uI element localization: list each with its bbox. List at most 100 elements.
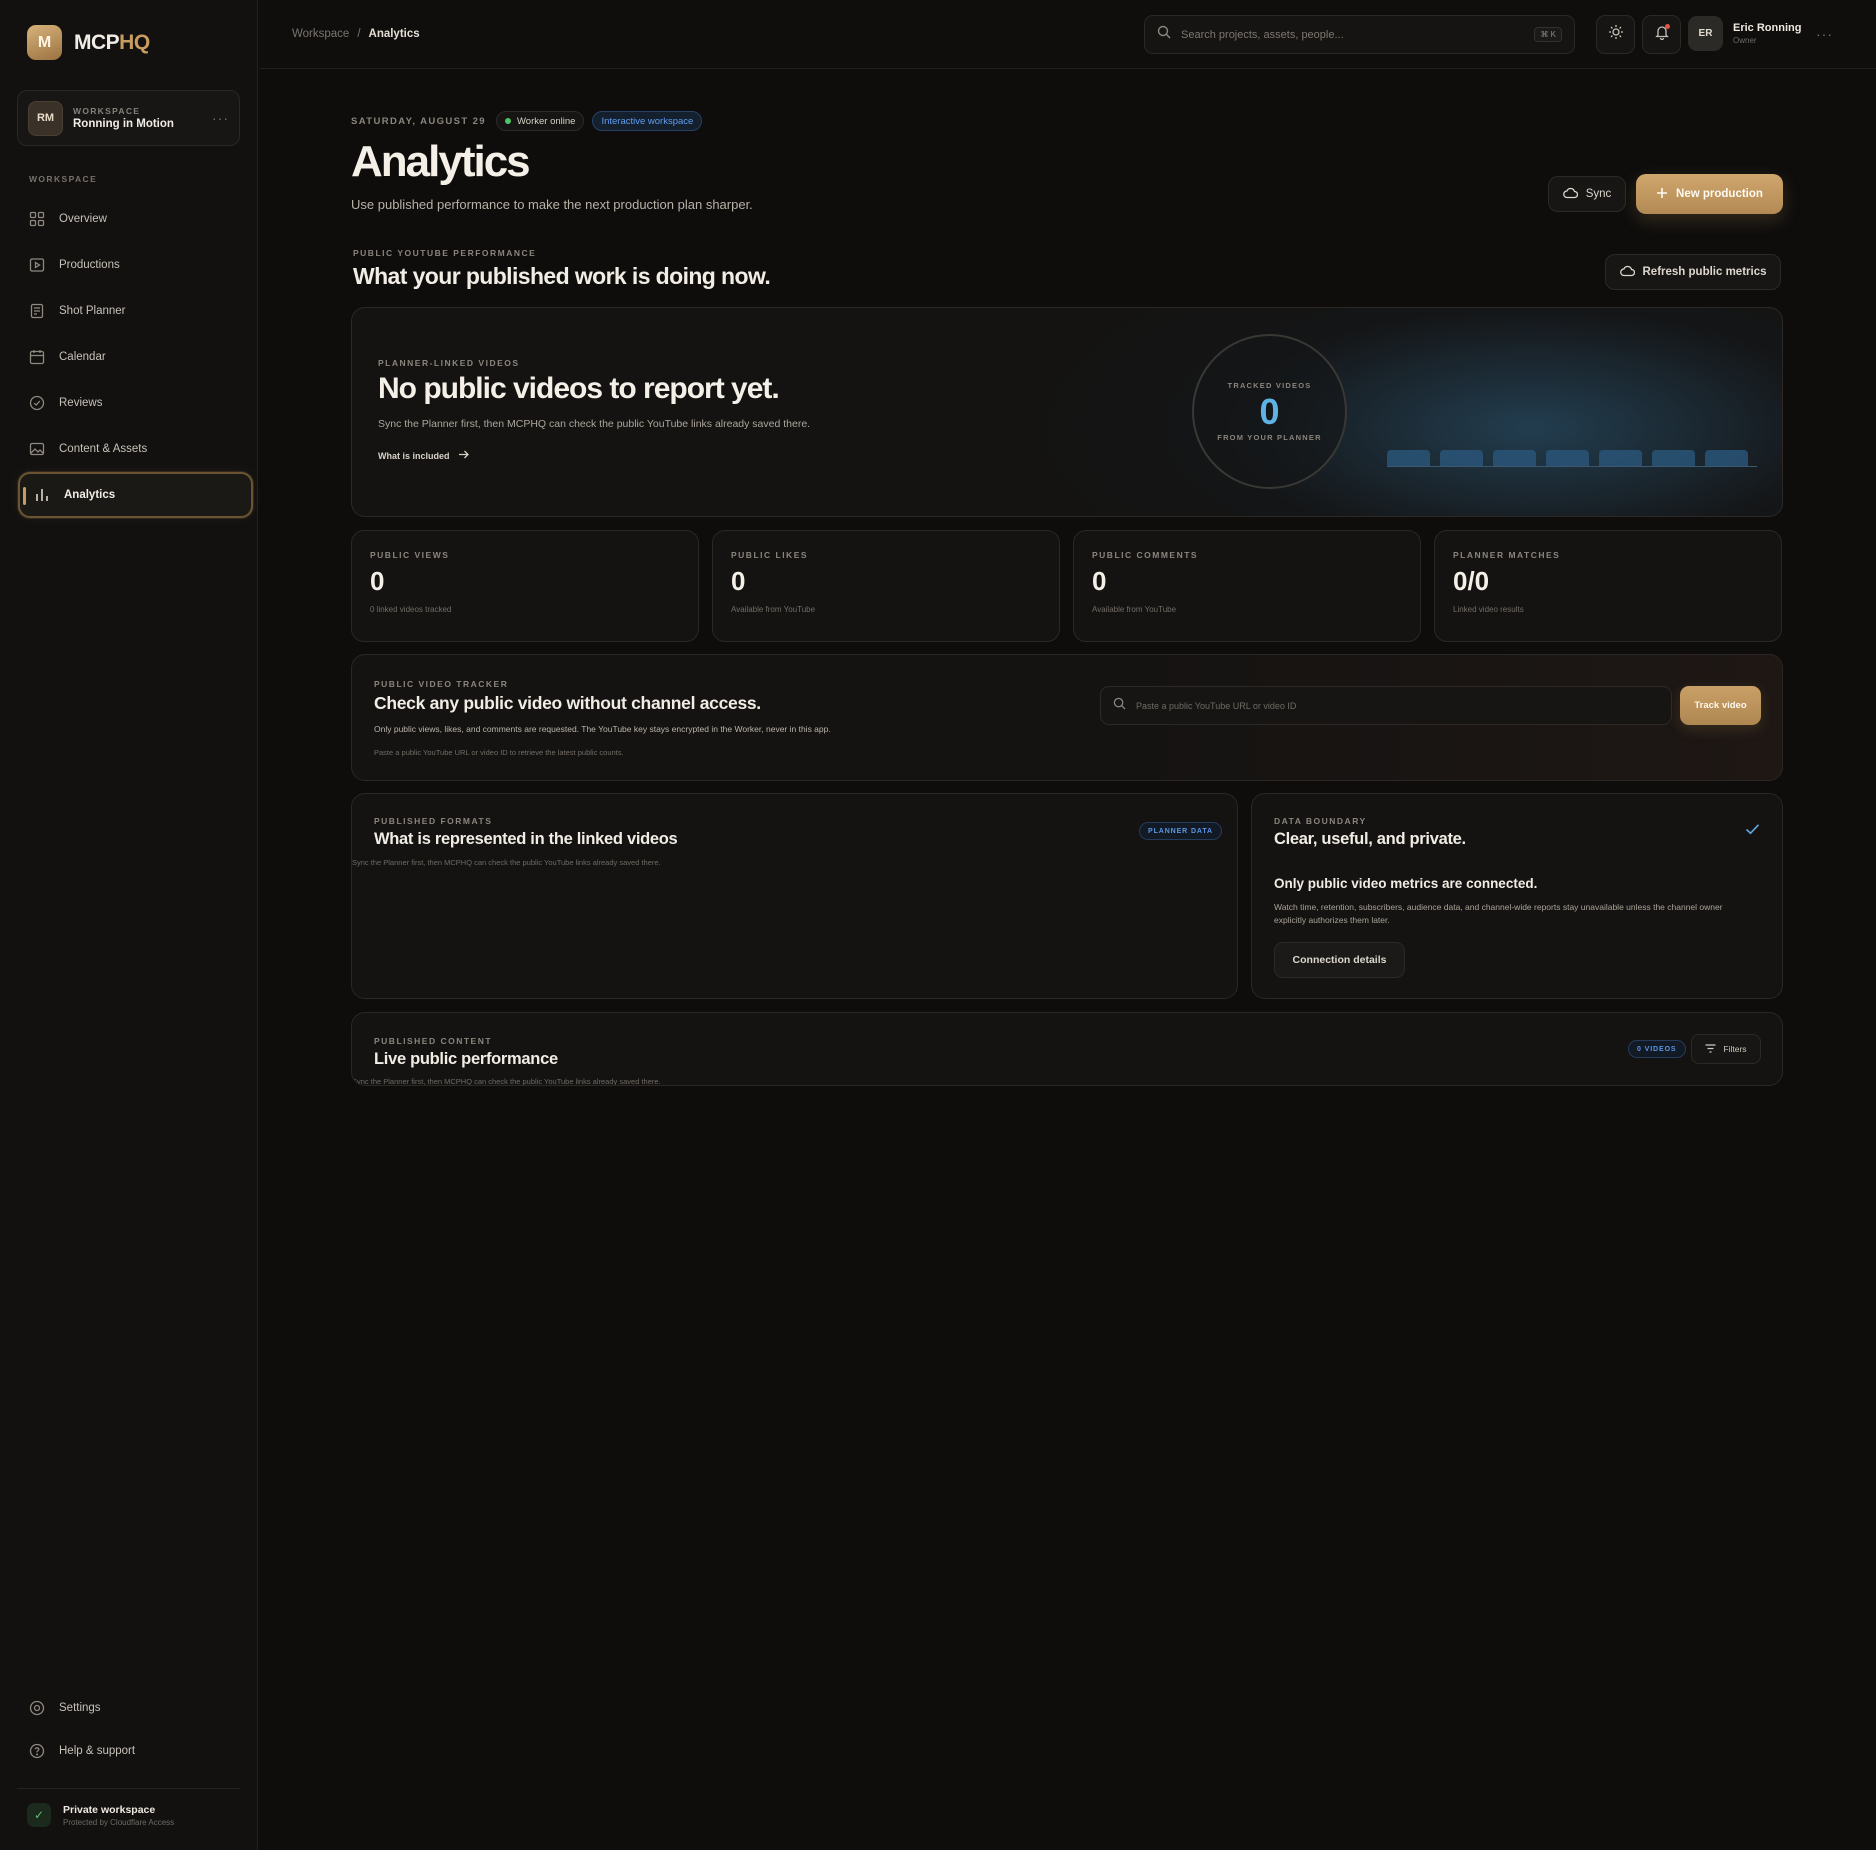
video-count-badge: 0 VIDEOS	[1628, 1040, 1686, 1058]
bars-baseline	[1387, 466, 1757, 467]
sidebar-item-productions[interactable]: Productions	[18, 242, 253, 288]
workspace-more-icon[interactable]: ···	[212, 110, 229, 126]
workspace-eyebrow: WORKSPACE	[73, 106, 141, 116]
breadcrumb-workspace[interactable]: Workspace	[292, 28, 349, 40]
breadcrumb-current: Analytics	[368, 28, 420, 40]
data-boundary-card: DATA BOUNDARY Clear, useful, and private…	[1251, 793, 1783, 999]
stat-public-likes: PUBLIC LIKES 0 Available from YouTube	[712, 530, 1060, 642]
placeholder-bar	[1705, 450, 1748, 466]
sidebar-item-label: Productions	[59, 259, 120, 271]
plus-icon	[1656, 187, 1668, 202]
stat-label: PUBLIC COMMENTS	[1092, 550, 1199, 560]
card-title: Live public performance	[374, 1050, 558, 1068]
user-menu[interactable]: ER Eric Ronning Owner	[1688, 16, 1801, 51]
private-workspace-footer: ✓ Private workspace Protected by Cloudfl…	[17, 1788, 240, 1827]
theme-toggle-button[interactable]	[1596, 15, 1635, 54]
sidebar-item-label: Analytics	[64, 489, 116, 501]
stat-note: 0 linked videos tracked	[370, 605, 452, 614]
check-icon	[1745, 822, 1760, 840]
stat-value: 0	[1092, 566, 1107, 596]
card-eyebrow: DATA BOUNDARY	[1274, 816, 1367, 826]
sidebar-nav: Overview Productions Shot Planner Calend…	[18, 196, 253, 518]
sidebar-item-overview[interactable]: Overview	[18, 196, 253, 242]
placeholder-bar	[1440, 450, 1483, 466]
user-name: Eric Ronning	[1733, 22, 1802, 34]
notifications-button[interactable]	[1642, 15, 1681, 54]
footer-subtitle: Protected by Cloudflare Access	[63, 1817, 175, 1827]
sidebar: M MCPHQ RM WORKSPACE Ronning in Motion ·…	[0, 0, 258, 1850]
boundary-heading: Only public video metrics are connected.	[1274, 876, 1538, 891]
card-eyebrow: PUBLISHED FORMATS	[374, 816, 493, 826]
section-eyebrow: PUBLIC YOUTUBE PERFORMANCE	[353, 248, 537, 258]
planner-data-badge: PLANNER DATA	[1139, 822, 1222, 840]
footer-title: Private workspace	[63, 1803, 156, 1816]
boundary-body: Watch time, retention, subscribers, audi…	[1274, 902, 1723, 926]
stat-note: Linked video results	[1453, 605, 1524, 614]
what-is-included-link[interactable]: What is included	[378, 450, 469, 461]
card-eyebrow: PUBLISHED CONTENT	[374, 1036, 493, 1046]
stat-value: 0	[731, 566, 746, 596]
placeholder-bar	[1546, 450, 1589, 466]
global-search[interactable]: Search projects, assets, people... ⌘ K	[1144, 15, 1575, 54]
stat-value: 0/0	[1453, 566, 1490, 596]
sidebar-item-calendar[interactable]: Calendar	[18, 334, 253, 380]
new-production-button[interactable]: New production	[1636, 174, 1783, 214]
sidebar-item-label: Calendar	[59, 351, 106, 363]
refresh-metrics-button[interactable]: Refresh public metrics	[1605, 254, 1781, 290]
sun-icon	[1608, 24, 1624, 45]
notification-dot	[1665, 24, 1670, 29]
sidebar-item-label: Content & Assets	[59, 443, 148, 455]
topbar: Workspace / Analytics Search projects, a…	[259, 0, 1876, 69]
tracker-hint: Paste a public YouTube URL or video ID t…	[374, 748, 624, 757]
more-icon[interactable]: ···	[1816, 26, 1833, 42]
workspace-avatar: RM	[28, 100, 63, 136]
help-icon	[29, 1743, 45, 1759]
page-subtitle: Use published performance to make the ne…	[351, 197, 753, 212]
placeholder-bar	[1652, 450, 1695, 466]
status-dot	[505, 118, 511, 124]
user-role: Owner	[1733, 36, 1757, 45]
stat-public-views: PUBLIC VIEWS 0 0 linked videos tracked	[351, 530, 699, 642]
connection-details-button[interactable]: Connection details	[1274, 942, 1405, 978]
stat-label: PLANNER MATCHES	[1453, 550, 1561, 560]
card-title: What is represented in the linked videos	[374, 830, 678, 848]
card-title: Clear, useful, and private.	[1274, 830, 1466, 848]
card-eyebrow: PLANNER-LINKED VIDEOS	[378, 358, 520, 368]
brand[interactable]: M MCPHQ	[27, 25, 150, 60]
sidebar-item-content-assets[interactable]: Content & Assets	[18, 426, 253, 472]
nav-section-label: WORKSPACE	[29, 174, 98, 184]
workspace-switcher[interactable]: RM WORKSPACE Ronning in Motion ···	[17, 90, 240, 146]
bar-chart-icon	[34, 487, 50, 503]
card-description: Only public views, likes, and comments a…	[374, 724, 831, 734]
sidebar-item-settings[interactable]: Settings	[18, 1686, 253, 1729]
ring-label-bottom: FROM YOUR PLANNER	[1217, 433, 1322, 443]
play-icon	[29, 257, 45, 273]
filters-button[interactable]: Filters	[1691, 1034, 1761, 1064]
sidebar-item-label: Help & support	[59, 1744, 136, 1757]
sidebar-item-help[interactable]: Help & support	[18, 1729, 253, 1772]
sidebar-item-label: Reviews	[59, 397, 103, 409]
sidebar-item-shot-planner[interactable]: Shot Planner	[18, 288, 253, 334]
stat-note: Available from YouTube	[1092, 605, 1177, 614]
sync-button[interactable]: Sync	[1548, 176, 1626, 212]
clipboard-icon	[29, 303, 45, 319]
stat-label: PUBLIC VIEWS	[370, 550, 450, 560]
search-input[interactable]: Search projects, assets, people...	[1181, 29, 1344, 41]
video-url-input[interactable]: Paste a public YouTube URL or video ID	[1100, 686, 1672, 725]
search-icon	[1113, 697, 1126, 715]
placeholder-bar	[1493, 450, 1536, 466]
avatar: ER	[1688, 16, 1723, 51]
published-formats-card: PUBLISHED FORMATS What is represented in…	[351, 793, 1238, 999]
brand-name: MCPHQ	[74, 30, 150, 54]
stat-planner-matches: PLANNER MATCHES 0/0 Linked video results	[1434, 530, 1782, 642]
sidebar-item-reviews[interactable]: Reviews	[18, 380, 253, 426]
planner-linked-videos-card: PLANNER-LINKED VIDEOS No public videos t…	[351, 307, 1783, 517]
track-video-button[interactable]: Track video	[1680, 686, 1761, 725]
sidebar-item-analytics[interactable]: Analytics	[18, 472, 253, 518]
video-url-placeholder: Paste a public YouTube URL or video ID	[1136, 700, 1297, 711]
page-meta: SATURDAY, AUGUST 29 Worker online Intera…	[351, 111, 703, 131]
public-video-tracker: PUBLIC VIDEO TRACKER Check any public vi…	[351, 654, 1783, 781]
grid-icon	[29, 211, 45, 227]
sidebar-bottom-nav: Settings Help & support	[18, 1686, 253, 1772]
arrow-right-icon	[458, 450, 469, 461]
